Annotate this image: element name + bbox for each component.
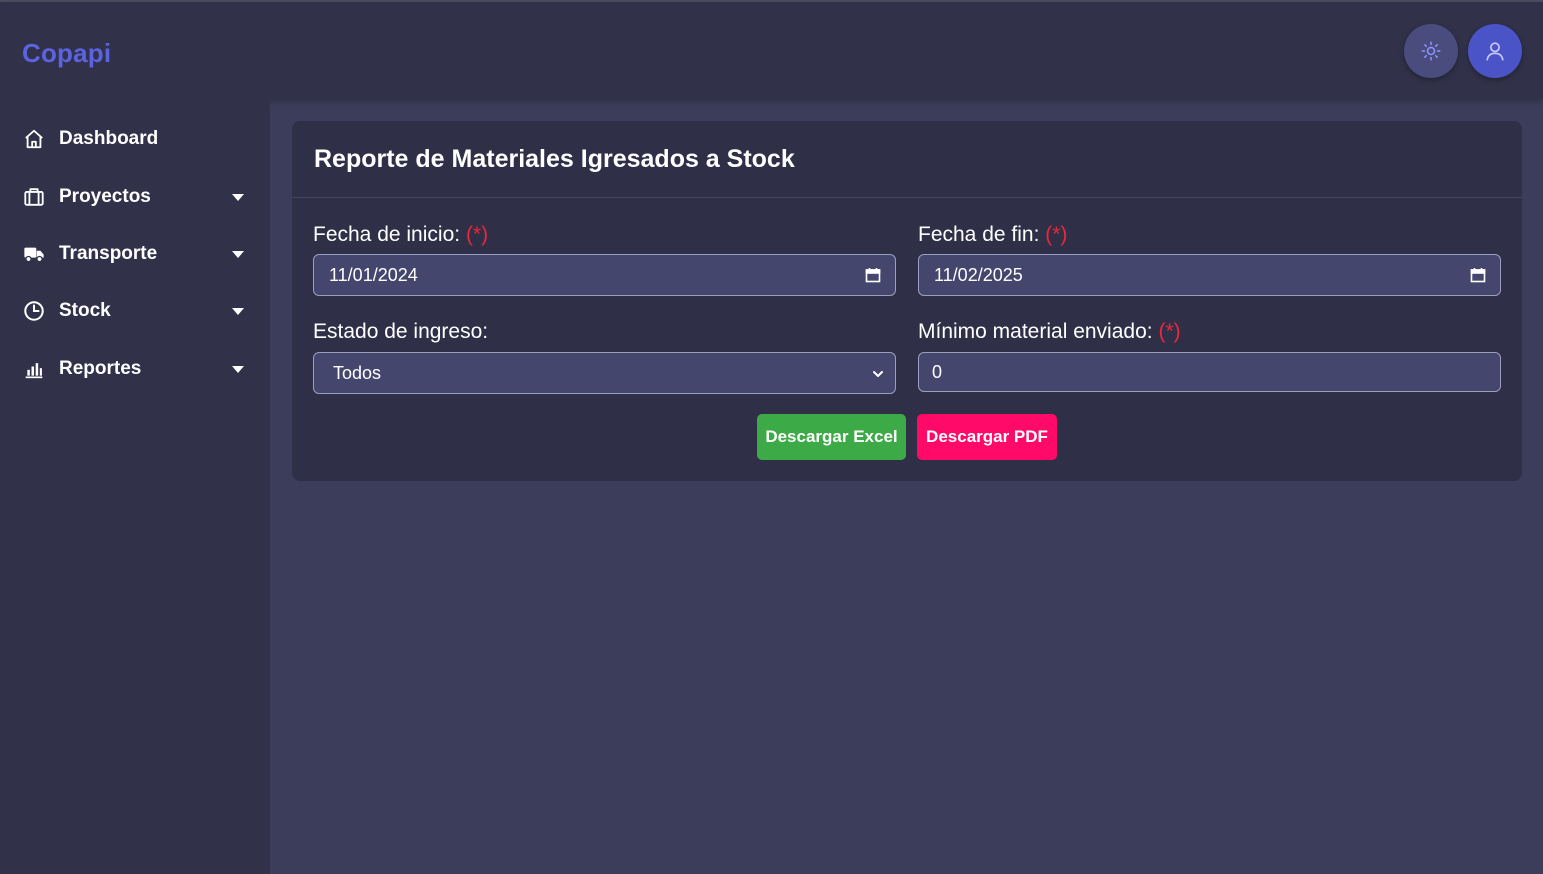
user-icon — [1486, 42, 1504, 61]
sidebar-item-label: Transporte — [59, 243, 158, 264]
sidebar-item-proyectos[interactable]: Proyectos — [0, 174, 270, 220]
theme-toggle-button[interactable] — [1404, 24, 1458, 78]
min-material-input[interactable]: 0 — [918, 352, 1501, 392]
required-marker: (*) — [1158, 320, 1181, 343]
start-date-label-text: Fecha de inicio: — [313, 223, 461, 246]
end-date-value: 11/02/2025 — [934, 264, 1023, 285]
end-date-label: Fecha de fin: (*) — [918, 223, 1067, 247]
bar-chart-icon — [22, 357, 46, 381]
truck-icon — [22, 242, 46, 266]
required-marker: (*) — [465, 223, 489, 246]
sidebar-item-label: Stock — [59, 300, 111, 321]
required-marker: (*) — [1045, 223, 1068, 246]
end-date-input[interactable]: 11/02/2025 — [918, 254, 1501, 296]
start-date-input[interactable]: 11/01/2024 — [313, 254, 896, 296]
briefcase-icon — [22, 185, 46, 209]
page-title: Reporte de Materiales Igresados a Stock — [314, 145, 795, 173]
clock-icon — [22, 299, 46, 323]
home-icon — [22, 127, 46, 151]
sidebar-item-stock[interactable]: Stock — [0, 288, 270, 334]
sidebar-item-label: Proyectos — [59, 186, 151, 207]
brand-logo[interactable]: Copapi — [22, 38, 111, 69]
sidebar-item-reportes[interactable]: Reportes — [0, 346, 270, 392]
download-pdf-button[interactable]: Descargar PDF — [917, 414, 1057, 460]
chevron-down-icon — [232, 307, 244, 315]
calendar-icon[interactable] — [865, 267, 881, 283]
start-date-label: Fecha de inicio: (*) — [313, 223, 488, 247]
sidebar-item-dashboard[interactable]: Dashboard — [0, 116, 270, 162]
user-menu-button[interactable] — [1468, 24, 1522, 78]
sun-icon — [1421, 41, 1441, 61]
start-date-value: 11/01/2024 — [329, 264, 418, 285]
sidebar-item-transporte[interactable]: Transporte — [0, 231, 270, 277]
chevron-down-icon — [232, 250, 244, 258]
status-select[interactable]: Todos — [313, 352, 896, 394]
calendar-icon[interactable] — [1470, 267, 1486, 283]
status-select-value: Todos — [333, 362, 382, 383]
status-label-text: Estado de ingreso: — [313, 320, 489, 343]
status-label: Estado de ingreso: — [313, 320, 488, 344]
top-header: Copapi — [0, 2, 1543, 99]
chevron-down-icon — [232, 365, 244, 373]
card-divider — [292, 197, 1522, 198]
chevron-down-icon — [232, 193, 244, 201]
sidebar-item-label: Reportes — [59, 358, 142, 379]
chevron-down-icon — [873, 371, 883, 377]
end-date-label-text: Fecha de fin: — [918, 223, 1040, 246]
report-card: Reporte de Materiales Igresados a Stock … — [292, 121, 1522, 481]
min-material-label: Mínimo material enviado: (*) — [918, 320, 1181, 344]
min-material-value: 0 — [932, 361, 943, 382]
download-excel-button[interactable]: Descargar Excel — [757, 414, 906, 460]
sidebar: Dashboard Proyectos Transporte Stock Rep… — [0, 99, 270, 874]
sidebar-item-label: Dashboard — [59, 128, 159, 149]
min-material-label-text: Mínimo material enviado: — [918, 320, 1153, 343]
